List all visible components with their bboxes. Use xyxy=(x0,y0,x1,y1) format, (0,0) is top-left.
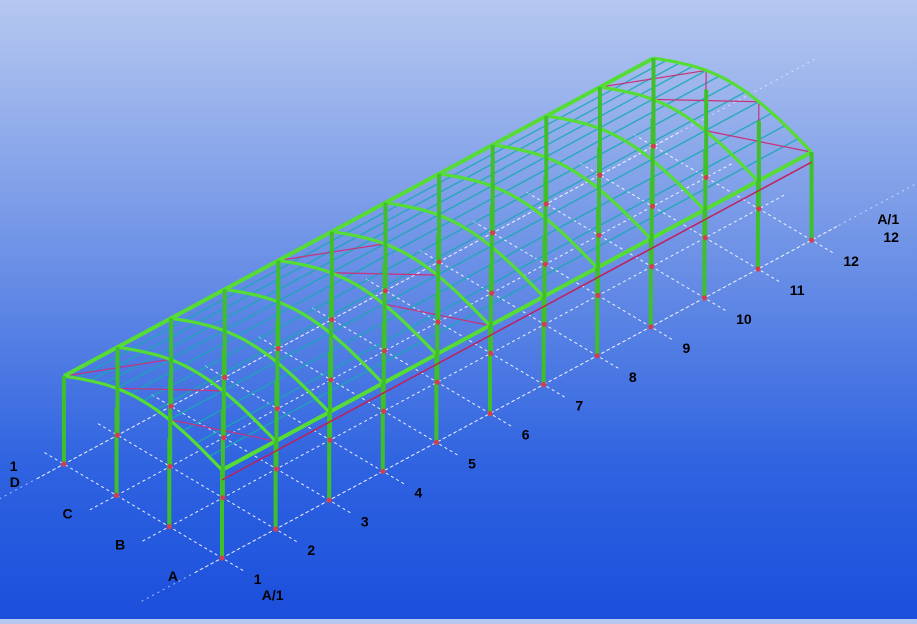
axis-label: 10 xyxy=(736,311,752,327)
column-base-node xyxy=(274,406,280,412)
axis-label: 6 xyxy=(522,427,530,443)
column-base-node xyxy=(596,232,602,238)
purlin xyxy=(76,59,668,379)
column-base-node xyxy=(326,497,332,503)
axis-label: 12 xyxy=(843,253,859,269)
row-label: D xyxy=(10,474,20,490)
column-base-node xyxy=(541,321,548,327)
column-base-node xyxy=(221,435,227,441)
steel-frame-model: 123456789101112ABCD1A/1A/112 xyxy=(0,56,917,603)
column-base-node xyxy=(381,408,387,414)
column-base-node xyxy=(433,439,439,445)
purlin xyxy=(129,75,720,395)
column-base-node xyxy=(328,377,334,383)
axis-label: 5 xyxy=(468,455,476,471)
row-label-extra: 1 xyxy=(10,458,18,474)
column-base-node xyxy=(597,172,603,178)
column-base-node xyxy=(809,237,815,243)
grid-labels: 123456789101112ABCD1A/1A/112 xyxy=(10,211,900,603)
eave-beam-back xyxy=(62,56,655,378)
column-base-node xyxy=(701,295,708,301)
grid-axis-line xyxy=(96,422,297,543)
purlin xyxy=(155,91,747,411)
column-base-node xyxy=(382,288,389,294)
column-base-node xyxy=(649,264,655,270)
grid-guide-line xyxy=(141,182,917,602)
column-base-node xyxy=(703,174,709,181)
purlin xyxy=(182,112,773,432)
column-base-node xyxy=(648,324,654,330)
column-base-node xyxy=(382,348,388,354)
column-base-node xyxy=(219,555,225,561)
axis-label: 1 xyxy=(254,571,262,587)
column-base-node xyxy=(166,524,172,530)
column-base-node xyxy=(273,466,280,472)
ground-grid xyxy=(0,59,917,602)
column-base-node xyxy=(488,350,494,356)
grid-row-line xyxy=(142,193,786,542)
model-viewport[interactable]: 1 2 3 4 5 6 7 8 9 10 11 12 A B C D 1 A/1 A/1 12 xyxy=(0,0,917,619)
column-base-node xyxy=(755,266,761,272)
column-base-node xyxy=(114,492,120,498)
axis-label: 11 xyxy=(790,282,805,298)
axis-label: 2 xyxy=(307,542,315,558)
axis-label: 3 xyxy=(361,513,369,529)
column-base-node xyxy=(595,292,601,299)
column-base-node xyxy=(594,353,600,359)
column-base-node xyxy=(543,201,549,207)
column-base-node xyxy=(222,374,228,380)
column-base-node xyxy=(380,468,386,474)
row-label: C xyxy=(62,505,72,521)
column-base-node xyxy=(487,410,493,417)
axis-label: 9 xyxy=(683,340,691,356)
column-base-node xyxy=(329,317,335,323)
purlin xyxy=(208,137,799,458)
column-base-node xyxy=(650,143,657,149)
column-base-node xyxy=(542,261,549,267)
column-base-node xyxy=(327,437,333,443)
column-base-node xyxy=(489,290,495,296)
column-base-node xyxy=(275,345,281,352)
column-base-node xyxy=(273,526,279,532)
column-base-node xyxy=(541,382,547,388)
column-base-node xyxy=(61,461,67,467)
column-base-node xyxy=(702,235,708,241)
column-base-node xyxy=(756,206,762,212)
row-label: A xyxy=(168,568,178,584)
grid-row-line xyxy=(89,162,734,511)
axis-label: 4 xyxy=(415,484,423,500)
grid-guide-line xyxy=(0,59,815,500)
column-base-node xyxy=(650,203,656,209)
column-base-node xyxy=(167,463,173,470)
corner-number: 12 xyxy=(883,229,899,245)
column-base-node xyxy=(220,495,226,501)
corner-label: A/1 xyxy=(262,587,284,603)
purlin xyxy=(116,69,707,389)
column-base-node xyxy=(114,432,121,438)
purlin xyxy=(168,101,760,421)
axis-label: 7 xyxy=(575,398,583,414)
column-base-node xyxy=(434,379,440,385)
column-base-node xyxy=(435,319,441,325)
grid-axis-line xyxy=(42,451,244,571)
column-base-node xyxy=(436,259,442,265)
corner-label: A/1 xyxy=(877,211,899,227)
rafter-arch xyxy=(653,56,813,154)
column-base-node xyxy=(490,230,496,236)
purlin xyxy=(103,65,694,385)
row-label: B xyxy=(115,537,125,553)
column-base-node xyxy=(168,403,174,409)
axis-label: 8 xyxy=(629,369,637,385)
